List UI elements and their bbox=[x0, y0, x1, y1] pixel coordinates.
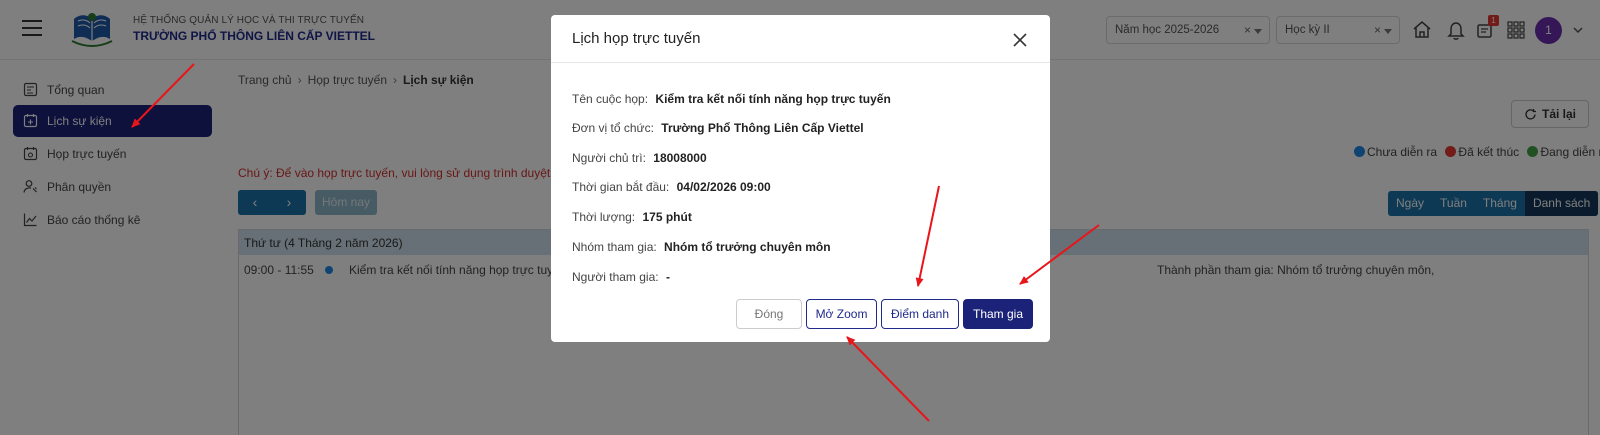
field-value: 04/02/2026 09:00 bbox=[676, 180, 771, 194]
field-label: Người chủ trì: bbox=[572, 151, 646, 165]
field-group: Nhóm tham gia: Nhóm tổ trưởng chuyên môn bbox=[572, 240, 831, 254]
field-label: Đơn vị tổ chức: bbox=[572, 121, 654, 135]
field-label: Người tham gia: bbox=[572, 270, 659, 284]
attendance-button[interactable]: Điểm danh bbox=[881, 299, 959, 329]
field-meeting-name: Tên cuộc họp: Kiểm tra kết nối tính năng… bbox=[572, 92, 891, 106]
close-icon[interactable] bbox=[1012, 32, 1028, 48]
field-value: 18008000 bbox=[653, 151, 707, 165]
field-value: - bbox=[665, 270, 670, 284]
divider bbox=[551, 62, 1050, 63]
open-zoom-button[interactable]: Mở Zoom bbox=[806, 299, 877, 329]
field-value: Nhóm tổ trưởng chuyên môn bbox=[664, 240, 831, 254]
field-start-time: Thời gian bắt đầu: 04/02/2026 09:00 bbox=[572, 180, 771, 194]
field-label: Thời lượng: bbox=[572, 210, 636, 224]
field-organizer: Đơn vị tổ chức: Trường Phổ Thông Liên Cấ… bbox=[572, 121, 864, 135]
join-button[interactable]: Tham gia bbox=[963, 299, 1033, 329]
field-label: Nhóm tham gia: bbox=[572, 240, 657, 254]
field-duration: Thời lượng: 175 phút bbox=[572, 210, 692, 224]
field-label: Tên cuộc họp: bbox=[572, 92, 649, 106]
field-participants: Người tham gia: - bbox=[572, 270, 670, 284]
dialog-title: Lịch họp trực tuyến bbox=[572, 30, 701, 47]
field-value: 175 phút bbox=[642, 210, 692, 224]
meeting-dialog: Lịch họp trực tuyến Tên cuộc họp: Kiểm t… bbox=[551, 15, 1050, 342]
field-host: Người chủ trì: 18008000 bbox=[572, 151, 707, 165]
field-value: Trường Phổ Thông Liên Cấp Viettel bbox=[661, 121, 864, 135]
close-button[interactable]: Đóng bbox=[736, 299, 802, 329]
field-value: Kiểm tra kết nối tính năng họp trực tuyế… bbox=[655, 92, 891, 106]
field-label: Thời gian bắt đầu: bbox=[572, 180, 670, 194]
